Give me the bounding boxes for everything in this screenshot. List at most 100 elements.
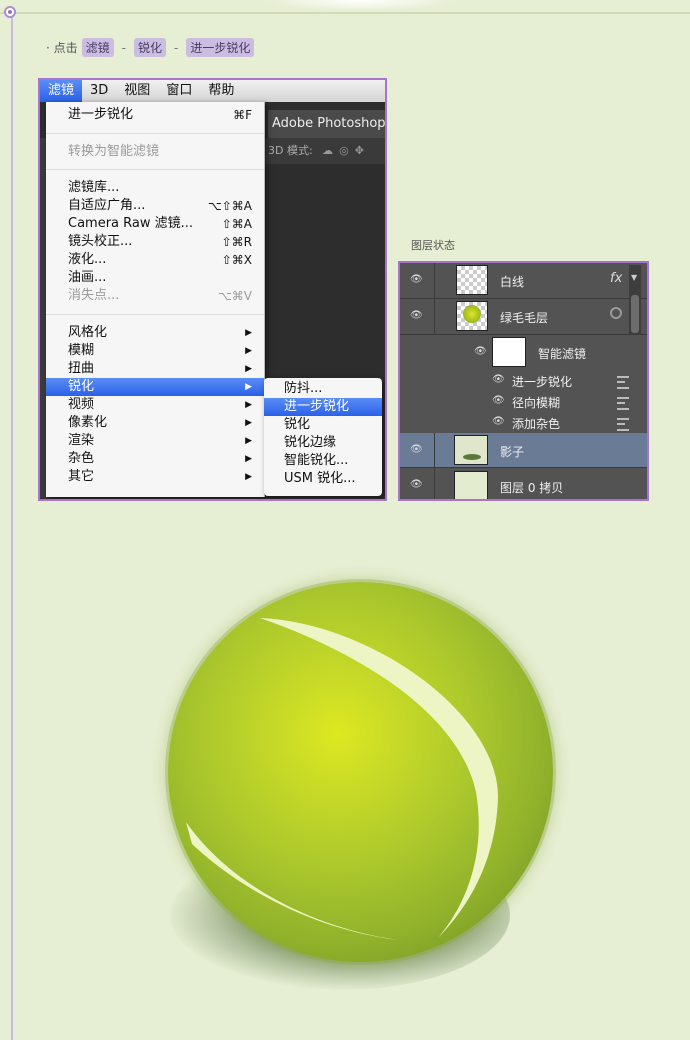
menu-item-lens-correction[interactable]: 镜头校正... ⇧⌘R (46, 233, 264, 251)
menu-item-label: 模糊 (68, 343, 95, 358)
filter-row-add-noise[interactable]: 👁 添加杂色 (400, 412, 647, 434)
filter-options-icon[interactable] (617, 376, 629, 389)
menu-item-label: 渲染 (68, 433, 95, 448)
filter-menu-screenshot: Adobe Photoshop 3D 模式: ☁◎✥ 滤镜 3D 视图 窗口 帮… (38, 78, 387, 501)
menu-item-shortcut: ⇧⌘A (221, 217, 252, 231)
layer-thumbnail (454, 435, 488, 465)
menu-item-pixelate[interactable]: 像素化 ▶ (46, 414, 264, 432)
timeline-dot (4, 6, 16, 18)
menu-filter[interactable]: 滤镜 (40, 80, 83, 102)
menu-item-convert-smart-filter[interactable]: 转换为智能滤镜 (46, 143, 264, 161)
layer-row-smart-filters[interactable]: 👁 智能滤镜 (400, 334, 647, 370)
menu-item-noise[interactable]: 杂色 ▶ (46, 450, 264, 468)
layer-thumbnail (454, 471, 488, 499)
layers-caption: 图层状态 (411, 239, 455, 252)
menu-item-sharpen-more-last[interactable]: 进一步锐化 ⌘F (46, 106, 264, 124)
submenu-item-sharpen-edges[interactable]: 锐化边缘 (264, 434, 382, 452)
menu-item-label: 滤镜库... (68, 180, 120, 195)
submenu-arrow-icon: ▶ (245, 346, 252, 356)
shadow-thumbnail-icon (463, 454, 481, 460)
eye-icon[interactable]: 👁 (492, 395, 505, 406)
menu-separator (46, 314, 264, 315)
submenu-item-unsharp-mask[interactable]: USM 锐化... (264, 470, 382, 488)
eye-icon[interactable]: 👁 (492, 374, 505, 385)
menu-3d[interactable]: 3D (82, 80, 116, 102)
layers-scrollbar[interactable]: ▼ (629, 265, 641, 335)
menu-item-other[interactable]: 其它 ▶ (46, 468, 264, 486)
submenu-item-shake-reduction[interactable]: 防抖... (264, 380, 382, 398)
menu-item-label: 扭曲 (68, 361, 95, 376)
eye-icon[interactable]: 👁 (410, 274, 423, 285)
top-divider (0, 12, 690, 14)
ps-window-title: Adobe Photoshop (268, 110, 385, 138)
layer-name: 绿毛毛层 (500, 311, 549, 325)
submenu-arrow-icon: ▶ (245, 454, 252, 464)
sharpen-submenu: 防抖... 进一步锐化 锐化 锐化边缘 智能锐化... USM 锐化... (264, 378, 382, 496)
smart-filter-indicator-icon (610, 307, 622, 319)
step-tag-filter: 滤镜 (81, 38, 114, 57)
menu-item-oil-paint[interactable]: 油画... (46, 269, 264, 287)
layer-name: 影子 (500, 445, 525, 459)
layer-name: 白线 (500, 275, 525, 289)
step-tag-sharpen-more: 进一步锐化 (186, 38, 255, 57)
eye-icon[interactable]: 👁 (474, 346, 487, 357)
menu-window[interactable]: 窗口 (158, 80, 200, 102)
menu-item-video[interactable]: 视频 ▶ (46, 396, 264, 414)
eye-icon[interactable]: 👁 (410, 479, 423, 490)
submenu-item-label: 进一步锐化 (284, 399, 350, 414)
filter-name: 添加杂色 (512, 417, 561, 431)
menu-item-camera-raw[interactable]: Camera Raw 滤镜... ⇧⌘A (46, 215, 264, 233)
layers-panel: 👁 白线 fx 👁 绿毛毛层 ▼ 👁 智能滤镜 👁 进一步锐化 👁 径向模糊 👁 (398, 261, 649, 501)
eye-icon[interactable]: 👁 (410, 444, 423, 455)
menu-help[interactable]: 帮助 (200, 80, 242, 102)
submenu-item-sharpen-more[interactable]: 进一步锐化 (264, 398, 382, 416)
menu-item-label: 消失点... (68, 288, 120, 303)
step-separator: - (174, 40, 179, 55)
submenu-arrow-icon: ▶ (245, 400, 252, 410)
menu-item-liquify[interactable]: 液化... ⇧⌘X (46, 251, 264, 269)
menu-item-sharpen[interactable]: 锐化 ▶ (46, 378, 264, 396)
menu-item-blur[interactable]: 模糊 ▶ (46, 342, 264, 360)
eye-icon[interactable]: 👁 (492, 416, 505, 427)
submenu-item-sharpen[interactable]: 锐化 (264, 416, 382, 434)
ball-seam-upper (260, 618, 498, 938)
menu-view[interactable]: 视图 (116, 80, 158, 102)
3d-tool-icons[interactable]: ☁◎✥ (322, 144, 370, 157)
menu-item-render[interactable]: 渲染 ▶ (46, 432, 264, 450)
tennis-ball-illustration (150, 560, 590, 1020)
menu-item-filter-gallery[interactable]: 滤镜库... (46, 179, 264, 197)
layer-row-layer0-copy[interactable]: 👁 图层 0 拷贝 (400, 467, 647, 499)
layer-row-green-fur[interactable]: 👁 绿毛毛层 (400, 298, 647, 335)
filter-row-sharpen-more[interactable]: 👁 进一步锐化 (400, 370, 647, 391)
menu-item-vanishing-point[interactable]: 消失点... ⌥⌘V (46, 287, 264, 305)
menu-item-label: Camera Raw 滤镜... (68, 216, 194, 231)
submenu-item-label: USM 锐化... (284, 471, 356, 486)
submenu-item-label: 智能锐化... (284, 453, 349, 468)
step-separator: - (121, 40, 126, 55)
submenu-item-smart-sharpen[interactable]: 智能锐化... (264, 452, 382, 470)
layer-row-white-line[interactable]: 👁 白线 fx (400, 263, 647, 299)
submenu-arrow-icon: ▶ (245, 364, 252, 374)
scroll-down-icon[interactable]: ▼ (631, 273, 637, 282)
column-divider (434, 298, 435, 334)
menu-item-label: 锐化 (68, 379, 95, 394)
submenu-item-label: 锐化 (284, 417, 311, 432)
menu-item-distort[interactable]: 扭曲 ▶ (46, 360, 264, 378)
layer-thumbnail (456, 301, 488, 331)
tennis-ball (168, 582, 553, 962)
menu-item-label: 像素化 (68, 415, 108, 430)
menu-item-label: 杂色 (68, 451, 95, 466)
step-tag-sharpen: 锐化 (134, 38, 167, 57)
menu-separator (46, 133, 264, 134)
menu-item-adaptive-wide-angle[interactable]: 自适应广角... ⌥⇧⌘A (46, 197, 264, 215)
filter-options-icon[interactable] (617, 397, 629, 410)
menu-item-stylize[interactable]: 风格化 ▶ (46, 324, 264, 342)
filter-row-radial-blur[interactable]: 👁 径向模糊 (400, 391, 647, 412)
eye-icon[interactable]: 👁 (410, 310, 423, 321)
filter-options-icon[interactable] (617, 418, 629, 431)
fx-icon[interactable]: fx (610, 271, 622, 286)
filter-name: 径向模糊 (512, 396, 561, 410)
layer-row-shadow[interactable]: 👁 影子 (400, 433, 647, 468)
scroll-thumb[interactable] (631, 295, 639, 333)
ps-options-bar: 3D 模式: ☁◎✥ (262, 138, 385, 164)
